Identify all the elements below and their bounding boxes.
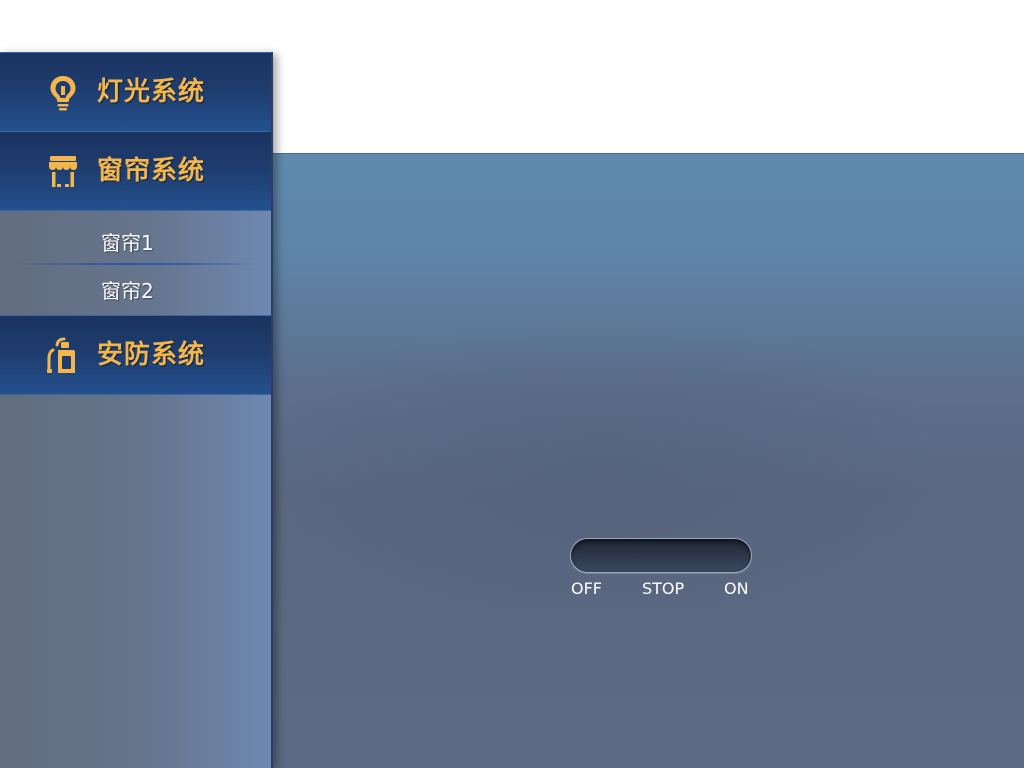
sidebar-item-label: 灯光系统 xyxy=(97,77,206,107)
storefront-awning-icon xyxy=(44,152,82,192)
curtain-submenu: 窗帘1 窗帘2 xyxy=(0,211,273,315)
submenu-item-curtain-2[interactable]: 窗帘2 xyxy=(0,263,273,315)
submenu-item-label: 窗帘2 xyxy=(101,279,154,303)
toggle-off-label[interactable]: OFF xyxy=(571,580,602,598)
sidebar-item-lighting[interactable]: 灯光系统 xyxy=(0,52,273,132)
toggle-stop-label[interactable]: STOP xyxy=(642,580,684,598)
sidebar-item-label: 安防系统 xyxy=(97,340,206,370)
lightbulb-icon xyxy=(44,73,82,113)
sidebar-item-security[interactable]: 安防系统 xyxy=(0,315,273,395)
sidebar-item-curtain[interactable]: 窗帘系统 xyxy=(0,131,273,211)
submenu-item-curtain-1[interactable]: 窗帘1 xyxy=(0,211,273,263)
fire-extinguisher-icon xyxy=(44,336,82,376)
submenu-item-label: 窗帘1 xyxy=(101,231,154,255)
sidebar: 灯光系统 窗帘系统 窗帘1 窗帘2 安防系统 xyxy=(0,52,273,768)
main-content-panel xyxy=(272,153,1024,768)
curtain-toggle-switch[interactable] xyxy=(570,538,752,573)
app-root: 灯光系统 窗帘系统 窗帘1 窗帘2 安防系统 OFF STOP ON xyxy=(0,0,1024,768)
sidebar-item-label: 窗帘系统 xyxy=(97,156,206,186)
toggle-on-label[interactable]: ON xyxy=(724,580,749,598)
